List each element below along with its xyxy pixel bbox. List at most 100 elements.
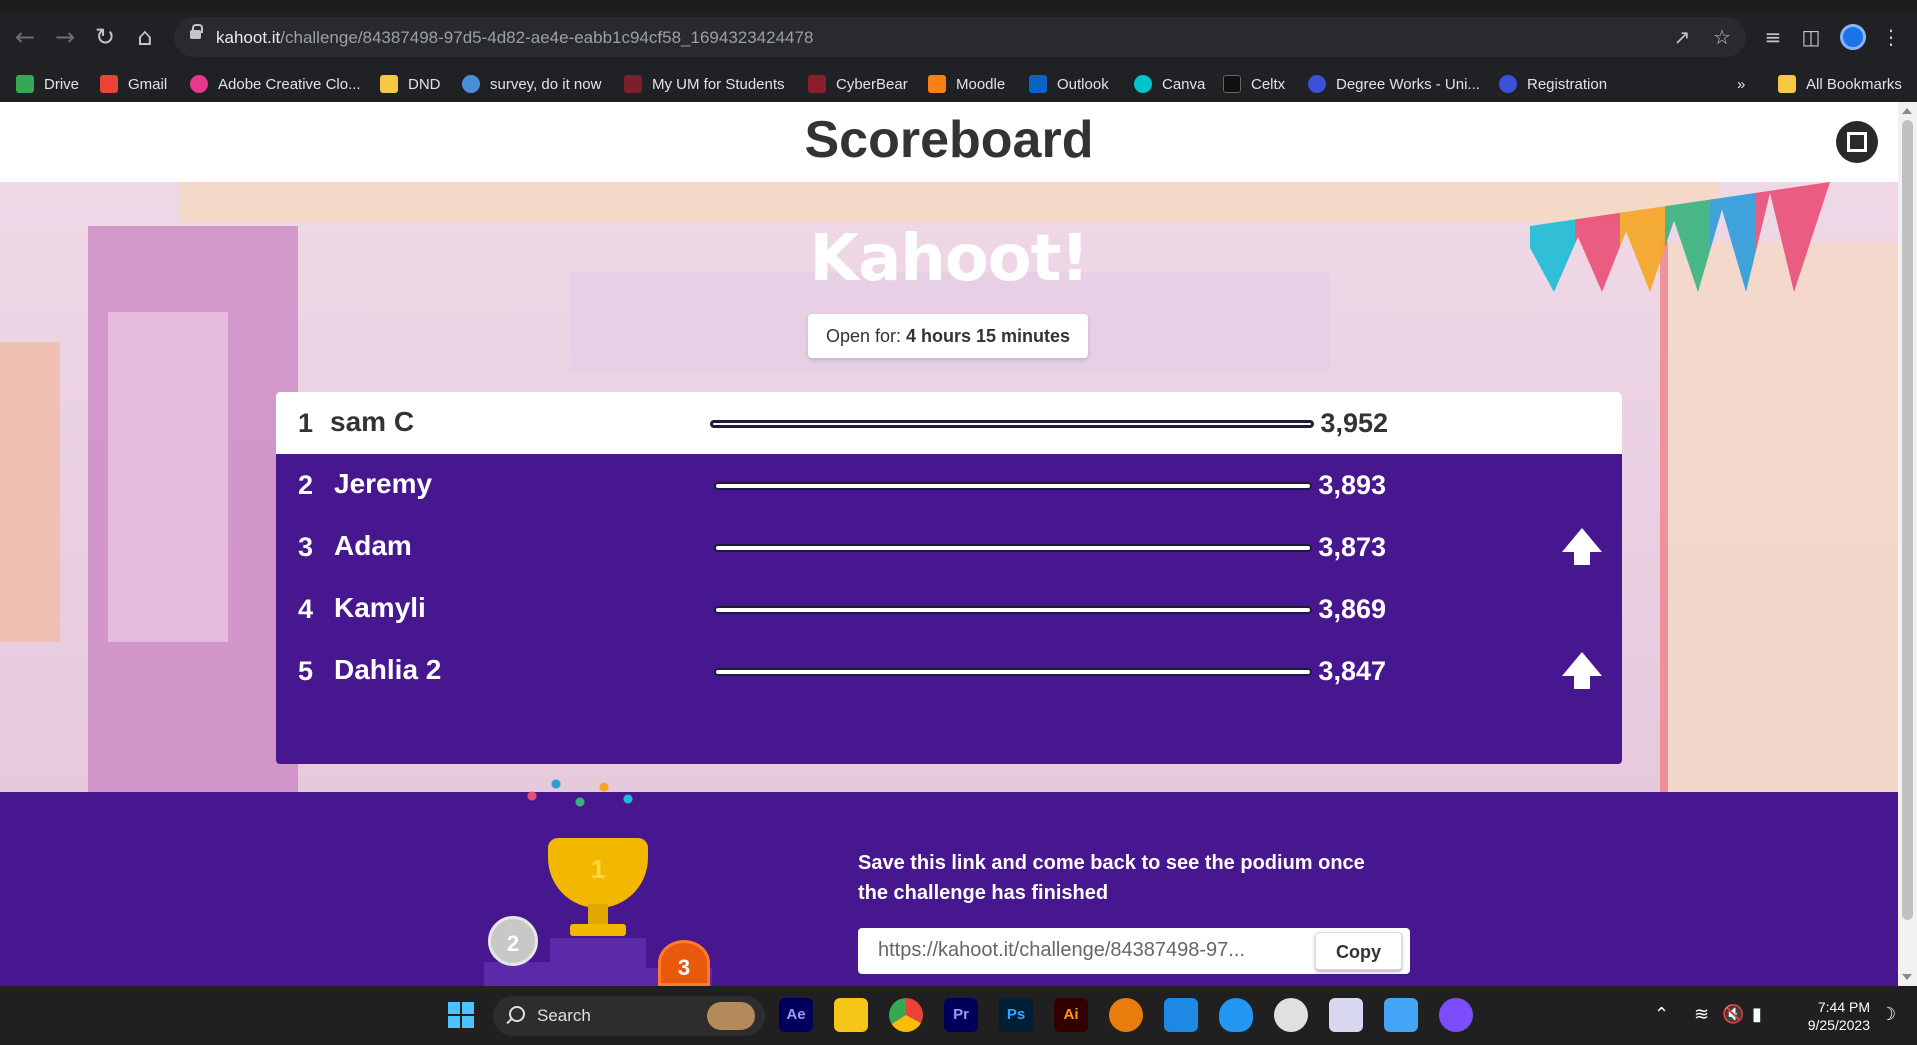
after-effects-icon[interactable]: Ae: [779, 998, 813, 1032]
bookmark-adobe-creative-cloud[interactable]: Adobe Creative Clo...: [190, 72, 361, 96]
bookmark-registration[interactable]: Registration: [1499, 72, 1607, 96]
start-tile: [462, 1002, 474, 1014]
confetti-icon: [520, 772, 640, 832]
notepad-icon[interactable]: [1384, 998, 1418, 1032]
bookmark-dnd[interactable]: DND: [380, 72, 441, 96]
bookmark-drive[interactable]: Drive: [16, 72, 79, 96]
scroll-up-icon[interactable]: [1902, 108, 1912, 114]
url-path: /challenge/84387498-97d5-4d82-ae4e-eabb1…: [280, 28, 814, 47]
bookmark-label: Outlook: [1057, 75, 1109, 93]
fullscreen-icon: [1847, 142, 1857, 152]
file-explorer-icon[interactable]: [834, 998, 868, 1032]
bookmark-degree-works[interactable]: Degree Works - Uni...: [1308, 72, 1480, 96]
share-icon[interactable]: ↗: [1670, 25, 1694, 49]
player-score: 3,869: [1318, 594, 1386, 624]
score-bar: [710, 420, 1314, 428]
scoreboard-row: 3 Adam 3,873: [276, 516, 1622, 578]
bookmark-label: Canva: [1162, 75, 1206, 93]
bookmark-moodle[interactable]: Moodle: [928, 72, 1005, 96]
start-tile: [448, 1002, 460, 1014]
start-tile: [462, 1016, 474, 1028]
snipping-tool-icon[interactable]: [1329, 998, 1363, 1032]
page-scrollbar[interactable]: [1898, 102, 1917, 986]
player-score: 3,873: [1318, 532, 1386, 562]
rank-up-arrow-icon: [1562, 528, 1602, 568]
moodle-icon: [928, 75, 946, 93]
left-door-panel: [108, 312, 228, 642]
tab-strip: [0, 0, 1917, 12]
bookmark-label: Celtx: [1251, 75, 1286, 93]
menu-kebab-icon[interactable]: ⋮: [1876, 22, 1906, 52]
player-rank: 3: [298, 532, 314, 562]
forward-icon[interactable]: →: [50, 22, 80, 52]
tray-overflow-icon[interactable]: ⌃: [1654, 1004, 1669, 1025]
challenge-link-box: https://kahoot.it/challenge/84387498-97.…: [858, 928, 1410, 974]
right-window: [1660, 242, 1898, 792]
side-panel-icon[interactable]: ◫: [1796, 22, 1826, 52]
player-name: Dahlia 2: [334, 654, 442, 685]
gmail-icon: [100, 75, 118, 93]
bookmark-survey[interactable]: survey, do it now: [462, 72, 601, 96]
bookmarks-overflow-button[interactable]: »: [1737, 72, 1745, 96]
pen-app-icon[interactable]: [1164, 998, 1198, 1032]
battery-icon[interactable]: ▮: [1752, 1004, 1762, 1025]
clock[interactable]: 7:44 PM 9/25/2023: [1790, 998, 1870, 1034]
do-not-disturb-icon[interactable]: ☽: [1880, 1004, 1896, 1025]
bookmark-gmail[interactable]: Gmail: [100, 72, 167, 96]
bookmark-label: Registration: [1527, 75, 1608, 93]
open-for-value: 4 hours 15 minutes: [906, 326, 1071, 346]
open-for-badge: Open for: 4 hours 15 minutes: [808, 314, 1088, 358]
scroll-down-icon[interactable]: [1902, 974, 1912, 980]
challenge-link-field[interactable]: https://kahoot.it/challenge/84387498-97.…: [878, 939, 1298, 962]
taskbar-search[interactable]: Search: [493, 996, 765, 1036]
bookmark-canva[interactable]: Canva: [1134, 72, 1205, 96]
folder-icon: [1778, 75, 1796, 93]
canva-icon: [1134, 75, 1152, 93]
bookmark-label: DND: [408, 75, 441, 93]
github-icon[interactable]: [1439, 998, 1473, 1032]
player-name: Kamyli: [334, 592, 426, 623]
browser-chrome: ← → ↻ ⌂ kahoot.it/challenge/84387498-97d…: [0, 0, 1917, 102]
bookmark-label: CyberBear: [836, 75, 908, 93]
bookmarks-bar: Drive Gmail Adobe Creative Clo... DND su…: [0, 66, 1917, 102]
address-bar[interactable]: kahoot.it/challenge/84387498-97d5-4d82-a…: [174, 17, 1746, 57]
chrome-icon[interactable]: [889, 998, 923, 1032]
fullscreen-icon: [1857, 142, 1867, 152]
scrollbar-thumb[interactable]: [1902, 120, 1913, 920]
player-rank: 4: [298, 594, 314, 624]
copy-link-button[interactable]: Copy: [1315, 932, 1402, 970]
start-tile: [448, 1016, 460, 1028]
premiere-icon[interactable]: Pr: [944, 998, 978, 1032]
overflow-chevron-icon: »: [1737, 75, 1746, 93]
shield-app-icon[interactable]: [1219, 998, 1253, 1032]
illustrator-icon[interactable]: Ai: [1054, 998, 1088, 1032]
blender-icon[interactable]: [1109, 998, 1143, 1032]
all-bookmarks-button[interactable]: All Bookmarks: [1778, 72, 1902, 96]
bookmark-star-icon[interactable]: ☆: [1710, 25, 1734, 49]
fullscreen-button[interactable]: [1836, 121, 1878, 163]
lock-icon[interactable]: [190, 24, 203, 39]
scoreboard-row: 1 sam C 3,952: [276, 392, 1622, 454]
score-bar: [714, 482, 1312, 490]
photoshop-icon[interactable]: Ps: [999, 998, 1033, 1032]
bookmark-cyberbear[interactable]: CyberBear: [808, 72, 908, 96]
bookmark-outlook[interactable]: Outlook: [1029, 72, 1109, 96]
bookmark-celtx[interactable]: Celtx: [1223, 72, 1285, 96]
back-icon[interactable]: ←: [10, 22, 40, 52]
fullscreen-icon: [1847, 132, 1857, 142]
windows-start-icon[interactable]: [444, 998, 478, 1032]
wifi-icon[interactable]: ≋: [1694, 1004, 1709, 1025]
url-text[interactable]: kahoot.it/challenge/84387498-97d5-4d82-a…: [216, 28, 813, 48]
clock-app-icon[interactable]: [1274, 998, 1308, 1032]
url-host: kahoot.it: [216, 28, 281, 47]
speaker-muted-icon[interactable]: 🔇: [1722, 1004, 1744, 1025]
clock-time: 7:44 PM: [1817, 999, 1870, 1015]
player-rank: 5: [298, 656, 314, 686]
home-icon[interactable]: ⌂: [130, 22, 160, 52]
bookmark-my-um[interactable]: My UM for Students: [624, 72, 785, 96]
reload-icon[interactable]: ↻: [90, 22, 120, 52]
profile-avatar-icon[interactable]: [1840, 24, 1866, 50]
bookmark-label: survey, do it now: [490, 75, 602, 93]
scoreboard-row: 5 Dahlia 2 3,847: [276, 640, 1622, 702]
reading-list-icon[interactable]: ≡: [1758, 22, 1788, 52]
